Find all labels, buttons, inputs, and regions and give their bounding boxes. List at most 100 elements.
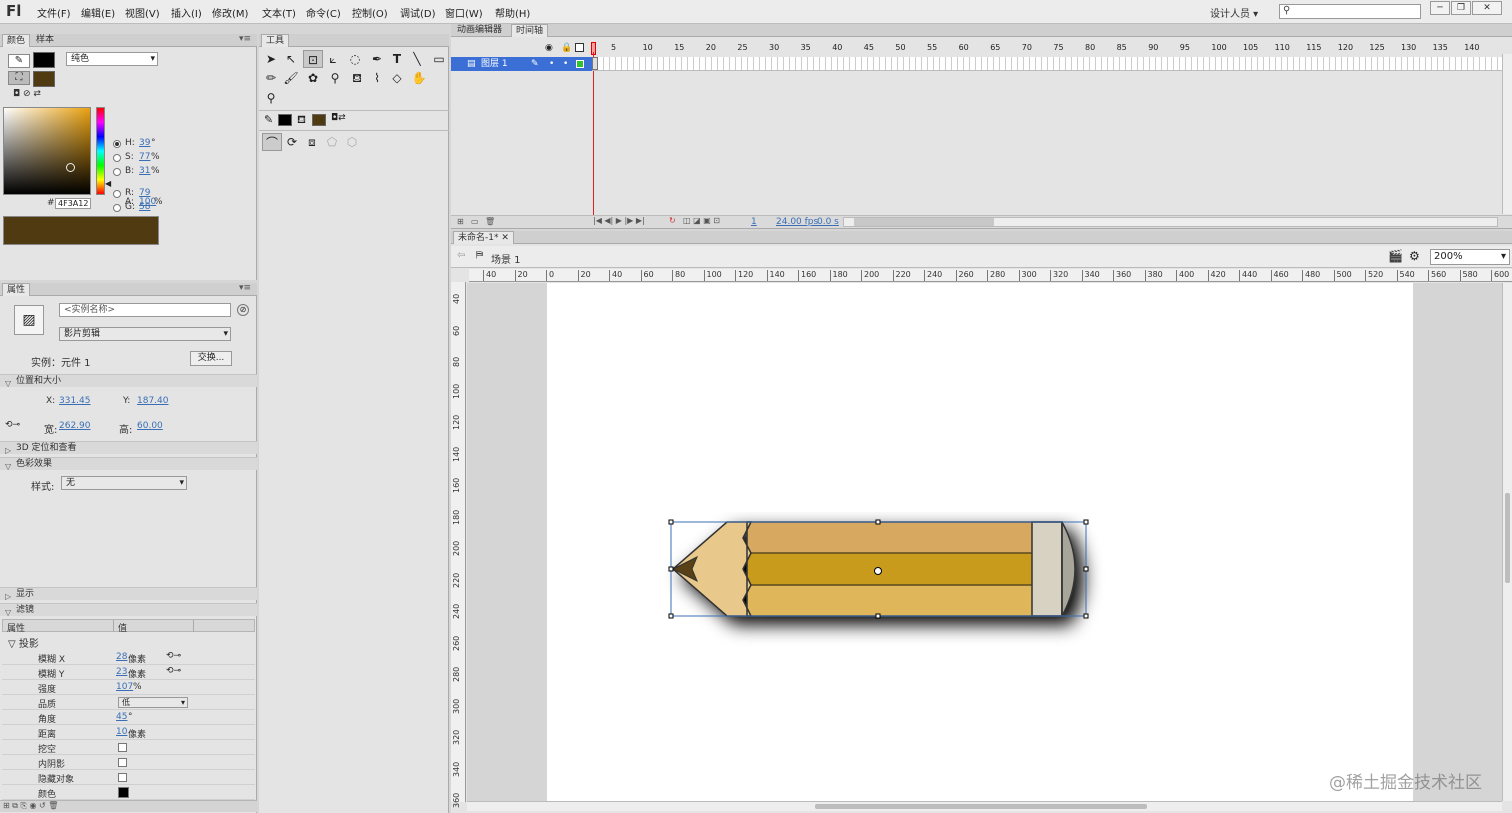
swap-colors-icon[interactable]: ◘⇄ xyxy=(331,113,346,123)
new-layer-icon[interactable]: ⊞ xyxy=(457,217,464,226)
pencil-movieclip[interactable] xyxy=(647,512,1127,682)
eraser-tool-icon[interactable]: ◇ xyxy=(387,69,407,87)
instance-name-input[interactable]: <实例名称> xyxy=(59,303,231,317)
section-3d-position[interactable]: ▷ 3D 定位和查看 xyxy=(0,441,257,455)
panel-menu-icon[interactable]: ▾≡ xyxy=(239,283,251,293)
filter-checkbox[interactable] xyxy=(118,758,127,767)
text-tool-icon[interactable]: T xyxy=(387,50,407,68)
close-button[interactable]: ✕ xyxy=(1472,1,1502,15)
menu-item[interactable]: 文本(T) xyxy=(262,5,296,20)
filter-row-value[interactable]: 45 xyxy=(116,712,127,722)
close-tab-icon[interactable]: ✕ xyxy=(501,233,509,243)
rgb-radio[interactable] xyxy=(113,190,121,198)
shadow-color-swatch[interactable] xyxy=(118,787,129,798)
rotate-skew-icon[interactable]: ⟳ xyxy=(282,133,302,151)
stroke-pencil-icon[interactable]: ✎ xyxy=(264,113,273,126)
layer-row-layer-1[interactable]: ▤ 图层 1 ✎ • • xyxy=(451,57,592,71)
object-drawing-icon[interactable]: ⌒ xyxy=(262,133,282,151)
lock-icon[interactable]: 🔒 xyxy=(561,43,572,53)
link-icon[interactable]: ⊘ xyxy=(237,304,249,316)
menu-item[interactable]: 编辑(E) xyxy=(81,5,115,20)
hsb-radio[interactable] xyxy=(113,168,121,176)
brush-tool-icon[interactable]: 🖌 xyxy=(281,69,301,87)
fill-color-swatch[interactable] xyxy=(33,71,55,87)
color-mini-icons[interactable]: ◘ ⊘ ⇄ xyxy=(13,89,41,99)
filter-row-value[interactable]: 23 xyxy=(116,667,127,677)
hand-tool-icon[interactable]: ✋ xyxy=(409,69,429,87)
subselection-tool-icon[interactable]: ↖ xyxy=(281,50,301,68)
width-value[interactable]: 262.90 xyxy=(59,421,91,431)
section-display[interactable]: ▷ 显示 xyxy=(0,587,257,601)
playback-controls[interactable]: |◀ ◀| ▶ |▶ ▶| xyxy=(593,216,645,225)
scroll-thumb[interactable] xyxy=(815,804,1147,809)
selection-tool-icon[interactable]: ➤ xyxy=(261,50,281,68)
lasso-tool-icon[interactable]: ◌ xyxy=(345,50,365,68)
filter-checkbox[interactable] xyxy=(118,773,127,782)
bone-tool-icon[interactable]: ⚲ xyxy=(325,69,345,87)
keyframe-1[interactable] xyxy=(592,57,598,70)
layer-frames[interactable] xyxy=(592,57,1502,71)
menu-item[interactable]: 命令(C) xyxy=(306,5,341,20)
menu-item[interactable]: 调试(D) xyxy=(400,5,436,20)
fill-type-select[interactable]: 纯色 ▾ xyxy=(66,52,158,66)
add-filter-icon[interactable]: ⊞ xyxy=(3,801,10,810)
tab-motion-editor[interactable]: 动画编辑器 xyxy=(453,24,506,37)
timeline-vscrollbar[interactable] xyxy=(1502,54,1512,214)
x-value[interactable]: 331.45 xyxy=(59,396,91,406)
color-picker-cursor[interactable] xyxy=(66,163,75,172)
filter-row-value[interactable]: 10 xyxy=(116,727,127,737)
delete-layer-icon[interactable]: 🗑 xyxy=(485,217,495,226)
edit-symbols-icon[interactable]: ⚙ xyxy=(1409,249,1420,263)
outline-icon[interactable] xyxy=(575,43,584,52)
menu-item[interactable]: 控制(O) xyxy=(352,5,388,20)
help-search-input[interactable]: ⚲ xyxy=(1279,4,1421,19)
scroll-thumb[interactable] xyxy=(854,218,994,226)
hsb-value[interactable]: 39 xyxy=(139,138,150,148)
stroke-color-swatch[interactable] xyxy=(33,52,55,68)
instance-type-select[interactable]: 影片剪辑 ▾ xyxy=(59,327,231,341)
swap-button[interactable]: 交换... xyxy=(190,351,232,366)
section-filters[interactable]: ▽ 滤镜 xyxy=(0,603,257,617)
quality-select[interactable]: 低 ▾ xyxy=(118,697,188,708)
pasteboard[interactable] xyxy=(467,283,1502,801)
tab-color[interactable]: 颜色 xyxy=(2,34,31,47)
distort-icon[interactable]: ⬠ xyxy=(322,133,342,151)
3d-rotation-tool-icon[interactable]: ⟀ xyxy=(323,50,343,68)
reset-icon[interactable]: ↺ xyxy=(39,801,46,810)
hsb-radio[interactable] xyxy=(113,140,121,148)
back-arrow-icon[interactable]: ⇦ xyxy=(457,250,465,261)
hsb-radio[interactable] xyxy=(113,154,121,162)
menu-item[interactable]: 修改(M) xyxy=(212,5,248,20)
scale-icon[interactable]: ⧈ xyxy=(302,133,322,151)
color-spectrum-picker[interactable] xyxy=(3,107,91,195)
lock-dot[interactable]: • xyxy=(563,57,568,71)
zoom-select[interactable]: 200% ▾ xyxy=(1430,249,1510,265)
eyedropper-tool-icon[interactable]: ⌇ xyxy=(367,69,387,87)
current-frame[interactable]: 1 xyxy=(751,217,757,227)
restore-button[interactable]: ❐ xyxy=(1451,1,1471,15)
delete-filter-icon[interactable]: 🗑 xyxy=(48,801,58,810)
onion-skin-icons[interactable]: ◫ ◪ ▣ ⊡ xyxy=(683,216,720,225)
filter-row-value[interactable]: 28 xyxy=(116,652,127,662)
rectangle-tool-icon[interactable]: ▭ xyxy=(429,50,449,68)
stroke-color-tool-icon[interactable]: ✎ xyxy=(8,54,30,68)
tab-timeline[interactable]: 时间轴 xyxy=(511,24,549,37)
transform-point[interactable] xyxy=(874,567,882,575)
color-style-select[interactable]: 无 ▾ xyxy=(61,476,187,490)
frame-rate[interactable]: 24.00 fps xyxy=(776,217,818,227)
filter-row-value[interactable]: 107 xyxy=(116,682,133,692)
filter-checkbox[interactable] xyxy=(118,743,127,752)
envelope-icon[interactable]: ⬡ xyxy=(342,133,362,151)
y-value[interactable]: 187.40 xyxy=(137,396,169,406)
scene-breadcrumb[interactable]: 场景 1 xyxy=(491,251,521,266)
show-hide-eye-icon[interactable]: ◉ xyxy=(545,43,553,53)
line-tool-icon[interactable]: ╲ xyxy=(407,50,427,68)
hsb-value[interactable]: 77 xyxy=(139,152,150,162)
tool-stroke-swatch[interactable] xyxy=(278,114,292,126)
enable-filter-icon[interactable]: ◉ xyxy=(29,801,36,810)
tab-tools[interactable]: 工具 xyxy=(261,34,290,47)
section-color-effect[interactable]: ▽ 色彩效果 xyxy=(0,457,257,471)
link-xy-icon[interactable]: ⟲⊸ xyxy=(166,651,181,661)
pen-tool-icon[interactable]: ✒ xyxy=(367,50,387,68)
menu-item[interactable]: 插入(I) xyxy=(171,5,202,20)
